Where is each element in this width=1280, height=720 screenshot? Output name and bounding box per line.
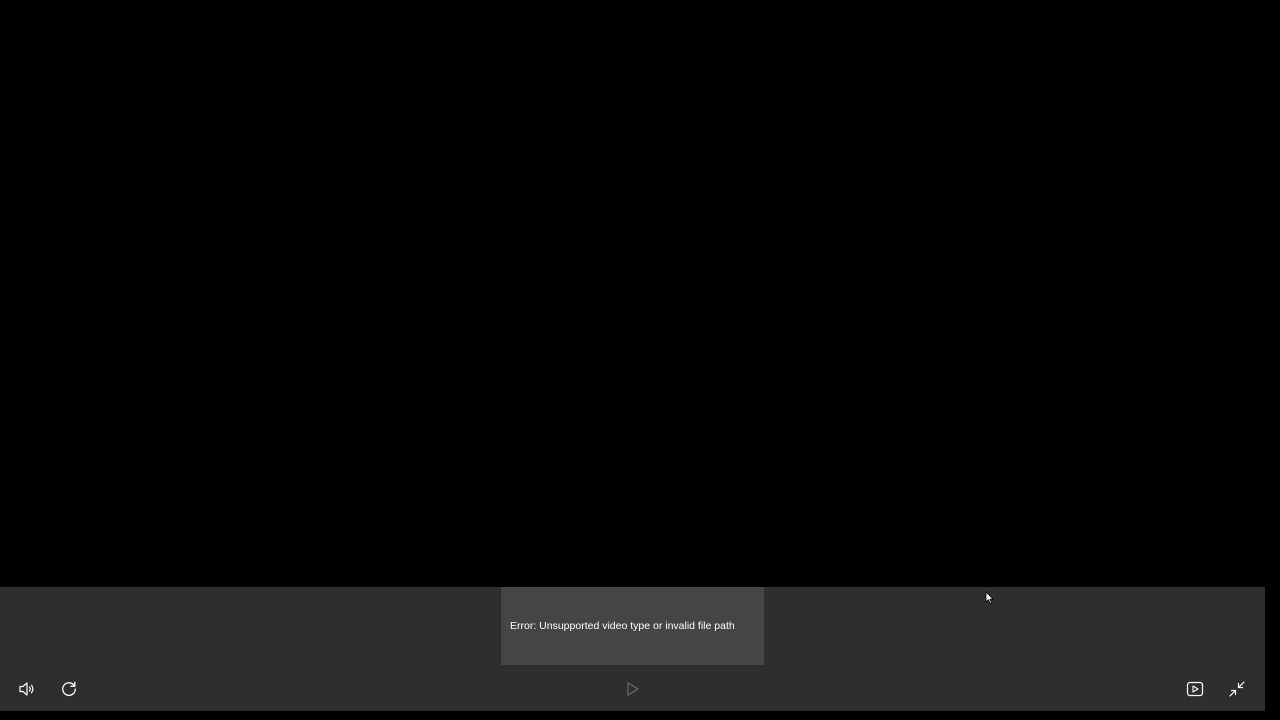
mini-player-icon [1185,679,1205,699]
mouse-cursor-icon [985,590,995,609]
volume-icon [17,679,37,699]
play-icon [622,679,642,699]
video-surface[interactable] [0,0,1280,587]
volume-button[interactable] [13,675,41,703]
error-tooltip: Error: Unsupported video type or invalid… [501,587,764,665]
exit-fullscreen-icon [1227,679,1247,699]
window-edge-bottom [0,711,1280,720]
exit-fullscreen-button[interactable] [1223,675,1251,703]
replay-icon [59,679,79,699]
window-edge-right [1265,587,1280,720]
mini-player-button[interactable] [1181,675,1209,703]
error-message: Error: Unsupported video type or invalid… [510,620,735,632]
replay-button[interactable] [55,675,83,703]
play-button[interactable] [618,675,646,703]
